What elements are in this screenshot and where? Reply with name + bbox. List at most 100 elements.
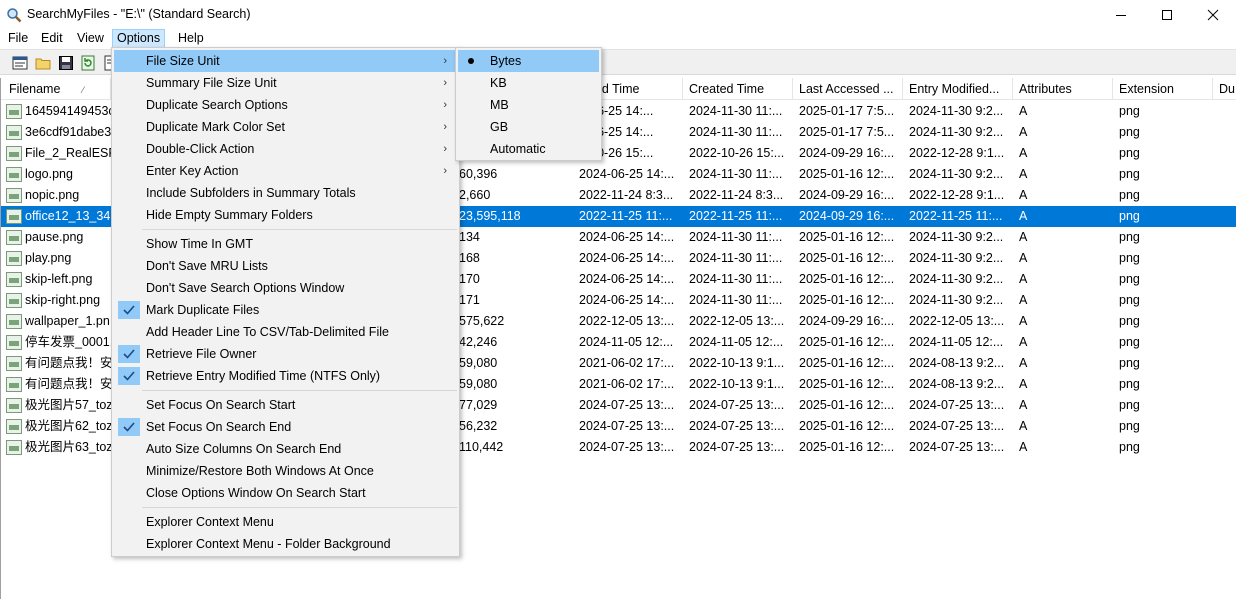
extension-cell: png: [1119, 104, 1140, 118]
menu-item-explorer-context-menu[interactable]: Explorer Context Menu: [114, 511, 457, 533]
extension-cell: png: [1119, 209, 1140, 223]
sort-ascending-icon: ⁄: [82, 85, 84, 95]
extension-cell: png: [1119, 251, 1140, 265]
modified-time-cell: 2021-06-02 17:...: [579, 356, 675, 370]
save-button[interactable]: [56, 53, 76, 73]
modified-time-cell: 2024-07-25 13:...: [579, 440, 675, 454]
attributes-cell: A: [1019, 188, 1028, 202]
menu-item-minimize-restore-both-windows-at-once[interactable]: Minimize/Restore Both Windows At Once: [114, 460, 457, 482]
column-header-created-time[interactable]: Created Time: [683, 78, 793, 100]
created-time-cell: 2024-11-30 11:...: [689, 293, 783, 307]
modified-time-cell: 2022-11-25 11:...: [579, 209, 673, 223]
extension-cell: png: [1119, 377, 1140, 391]
column-header-attributes[interactable]: Attributes: [1013, 78, 1113, 100]
column-header-last-accessed[interactable]: Last Accessed ...: [793, 78, 903, 100]
options-dropdown-menu: File Size Unit › Summary File Size Unit › Du…: [111, 47, 460, 557]
size-cell: 134: [459, 230, 480, 244]
modified-time-cell: 2024-11-05 12:...: [579, 335, 674, 349]
filename-cell: skip-right.png: [25, 293, 101, 307]
extension-cell: png: [1119, 314, 1140, 328]
minimize-button[interactable]: [1098, 0, 1144, 30]
filename-cell: skip-left.png: [25, 272, 93, 286]
attributes-cell: A: [1019, 440, 1028, 454]
menu-item-set-focus-on-search-end[interactable]: Set Focus On Search End: [114, 416, 457, 438]
modified-time-cell: 2024-06-25 14:...: [579, 272, 675, 286]
submenu-item-gb[interactable]: GB: [458, 116, 599, 138]
submenu-item-label: Bytes: [490, 54, 522, 68]
size-cell: 42,246: [459, 335, 498, 349]
png-file-icon: [6, 146, 22, 161]
chevron-right-icon: ›: [443, 121, 447, 133]
created-time-cell: 2024-11-30 11:...: [689, 125, 783, 139]
menu-item-retrieve-file-owner[interactable]: Retrieve File Owner: [114, 343, 457, 365]
menu-item-mark-duplicate-files[interactable]: Mark Duplicate Files: [114, 299, 457, 321]
menu-edit[interactable]: Edit: [36, 29, 68, 48]
last-accessed-cell: 2025-01-16 12:...: [799, 419, 895, 433]
menu-options[interactable]: Options: [112, 29, 166, 48]
entry-modified-cell: 2022-12-28 9:1...: [909, 146, 1005, 160]
checkmark-icon: [118, 418, 140, 436]
last-accessed-cell: 2024-09-29 16:...: [799, 314, 895, 328]
column-header-duplicate[interactable]: Du: [1213, 78, 1236, 100]
menu-item-summary-file-size-unit[interactable]: Summary File Size Unit ›: [114, 72, 457, 94]
entry-modified-cell: 2024-07-25 13:...: [909, 440, 1005, 454]
png-file-icon: [6, 398, 22, 413]
submenu-item-kb[interactable]: KB: [458, 72, 599, 94]
menu-item-auto-size-columns-on-search-end[interactable]: Auto Size Columns On Search End: [114, 438, 457, 460]
attributes-cell: A: [1019, 335, 1028, 349]
attributes-cell: A: [1019, 125, 1028, 139]
extension-cell: png: [1119, 335, 1140, 349]
column-header-extension[interactable]: Extension: [1113, 78, 1213, 100]
extension-cell: png: [1119, 293, 1140, 307]
menu-item-double-click-action[interactable]: Double-Click Action ›: [114, 138, 457, 160]
png-file-icon: [6, 104, 22, 119]
menu-item-label: File Size Unit: [146, 54, 220, 68]
menu-item-file-size-unit[interactable]: File Size Unit ›: [114, 50, 457, 72]
menu-item-include-subfolders-in-summary-totals[interactable]: Include Subfolders in Summary Totals: [114, 182, 457, 204]
last-accessed-cell: 2025-01-17 7:5...: [799, 125, 895, 139]
entry-modified-cell: 2024-11-05 12:...: [909, 335, 1004, 349]
menu-item-explorer-context-menu-folder-background[interactable]: Explorer Context Menu - Folder Backgroun…: [114, 533, 457, 555]
column-header-filename[interactable]: Filename ⁄: [1, 78, 111, 100]
refresh-button[interactable]: [78, 53, 98, 73]
submenu-item-bytes[interactable]: Bytes: [458, 50, 599, 72]
submenu-item-mb[interactable]: MB: [458, 94, 599, 116]
last-accessed-cell: 2025-01-16 12:...: [799, 335, 895, 349]
extension-cell: png: [1119, 272, 1140, 286]
search-options-button[interactable]: [10, 53, 30, 73]
menu-item-duplicate-search-options[interactable]: Duplicate Search Options ›: [114, 94, 457, 116]
menu-item-don-t-save-mru-lists[interactable]: Don't Save MRU Lists: [114, 255, 457, 277]
filename-cell: 有问题点我！安: [25, 377, 113, 391]
entry-modified-cell: 2024-11-30 9:2...: [909, 104, 1004, 118]
menu-file[interactable]: File: [3, 29, 33, 48]
menu-item-label: Don't Save Search Options Window: [146, 281, 345, 295]
menu-item-enter-key-action[interactable]: Enter Key Action ›: [114, 160, 457, 182]
filename-cell: 3e6cdf91dabe3: [25, 125, 112, 139]
menu-view[interactable]: View: [72, 29, 109, 48]
maximize-button[interactable]: [1144, 0, 1190, 30]
png-file-icon: [6, 272, 22, 287]
menu-item-add-header-line-to-csv-tab-delimited-file[interactable]: Add Header Line To CSV/Tab-Delimited Fil…: [114, 321, 457, 343]
attributes-cell: A: [1019, 356, 1028, 370]
menu-item-show-time-in-gmt[interactable]: Show Time In GMT: [114, 233, 457, 255]
menu-item-hide-empty-summary-folders[interactable]: Hide Empty Summary Folders: [114, 204, 457, 226]
menu-item-don-t-save-search-options-window[interactable]: Don't Save Search Options Window: [114, 277, 457, 299]
submenu-item-automatic[interactable]: Automatic: [458, 138, 599, 160]
menu-separator: [142, 507, 457, 508]
filename-cell: File_2_RealESRG: [25, 146, 113, 160]
entry-modified-cell: 2024-07-25 13:...: [909, 419, 1005, 433]
size-cell: 110,442: [459, 440, 504, 454]
extension-cell: png: [1119, 440, 1140, 454]
entry-modified-cell: 2024-08-13 9:2...: [909, 377, 1005, 391]
app-magnifier-icon: [6, 7, 22, 23]
submenu-item-label: KB: [490, 76, 507, 90]
menu-item-close-options-window-on-search-start[interactable]: Close Options Window On Search Start: [114, 482, 457, 504]
column-header-entry-modified[interactable]: Entry Modified...: [903, 78, 1013, 100]
menu-item-label: Duplicate Mark Color Set: [146, 120, 285, 134]
menu-help[interactable]: Help: [173, 29, 209, 48]
menu-item-retrieve-entry-modified-time-ntfs-only[interactable]: Retrieve Entry Modified Time (NTFS Only): [114, 365, 457, 387]
close-button[interactable]: [1190, 0, 1236, 30]
menu-item-duplicate-mark-color-set[interactable]: Duplicate Mark Color Set ›: [114, 116, 457, 138]
open-folder-button[interactable]: [33, 53, 53, 73]
menu-item-set-focus-on-search-start[interactable]: Set Focus On Search Start: [114, 394, 457, 416]
